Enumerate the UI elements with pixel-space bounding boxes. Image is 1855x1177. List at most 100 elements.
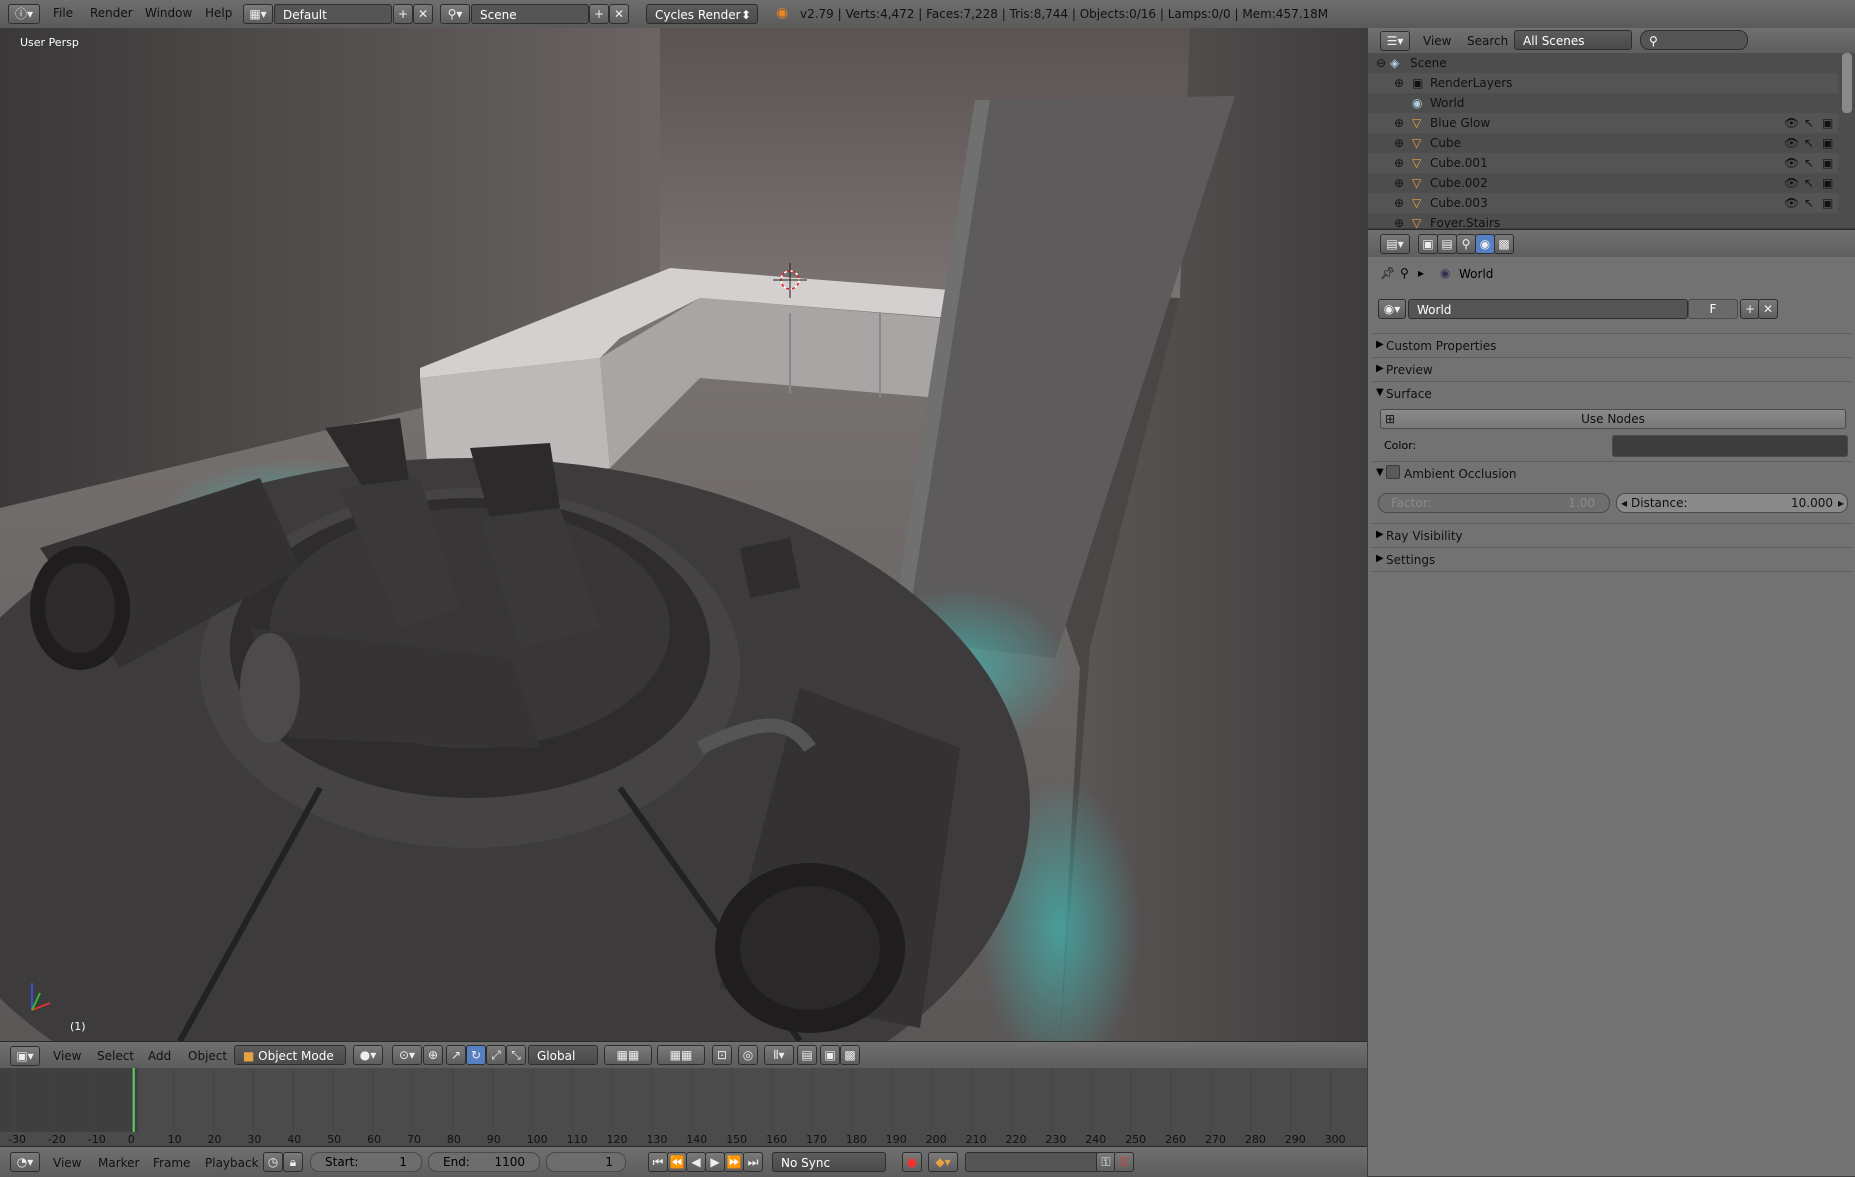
tl-menu-frame[interactable]: Frame — [153, 1156, 190, 1170]
tl-menu-view[interactable]: View — [53, 1156, 81, 1170]
outliner-row-cube[interactable]: ⊕ ▽ Cube 👁︎ ↖ ▣ — [1368, 133, 1838, 153]
screen-layout-icon[interactable]: ▦▾ — [243, 4, 273, 24]
add-scene-icon[interactable]: + — [589, 4, 609, 24]
render-tab-icon[interactable]: ▣ — [1418, 234, 1438, 254]
world-tab-icon[interactable]: ◉ — [1475, 234, 1495, 254]
pin-icon[interactable]: 📌︎ — [1380, 266, 1395, 280]
visibility-eye-icon[interactable]: 👁︎ — [1784, 153, 1799, 173]
next-keyframe-icon[interactable]: ⏩ — [724, 1152, 744, 1172]
translate-manipulator-icon[interactable]: ↗ — [446, 1045, 466, 1065]
panel-ray-visibility[interactable]: Ray Visibility — [1386, 529, 1463, 543]
collapse-icon[interactable]: ⊖ — [1376, 53, 1386, 73]
scene-tab-icon[interactable]: ⚲ — [1456, 234, 1476, 254]
outliner-search-input[interactable]: ⚲ — [1640, 30, 1748, 50]
outliner-row-scene[interactable]: ⊖ ◈ Scene — [1368, 53, 1838, 73]
selectable-cursor-icon[interactable]: ↖ — [1804, 113, 1814, 133]
layers-grid-b-icon[interactable]: ▦▦ — [657, 1045, 705, 1065]
visibility-eye-icon[interactable]: 👁︎ — [1784, 173, 1799, 193]
ao-distance-field[interactable]: ◂ Distance: 10.000 ▸ — [1616, 493, 1848, 513]
menu-help[interactable]: Help — [205, 6, 232, 20]
renderable-camera-icon[interactable]: ▣ — [1822, 133, 1833, 153]
ao-checkbox[interactable] — [1386, 465, 1400, 479]
keying-icon[interactable]: ◆▾ — [928, 1152, 958, 1172]
end-frame-field[interactable]: End: 1100 — [428, 1152, 540, 1172]
menu-select[interactable]: Select — [97, 1049, 134, 1063]
info-editor-type-icon[interactable]: ⓘ▾ — [8, 4, 40, 24]
delete-layout-icon[interactable]: ✕ — [413, 4, 433, 24]
proportional-edit-icon[interactable]: ◎ — [738, 1045, 758, 1065]
play-icon[interactable]: ▶ — [705, 1152, 725, 1172]
decrement-arrow-icon[interactable]: ◂ — [1621, 494, 1627, 512]
panel-preview[interactable]: Preview — [1386, 363, 1433, 377]
current-frame-field[interactable]: 1 — [546, 1152, 626, 1172]
play-reverse-icon[interactable]: ◀ — [686, 1152, 706, 1172]
expand-icon[interactable]: ⊕ — [1394, 173, 1404, 193]
expand-arrow-icon[interactable]: ▶ — [1376, 363, 1384, 374]
visibility-eye-icon[interactable]: 👁︎ — [1784, 193, 1799, 213]
visibility-eye-icon[interactable]: 👁︎ — [1784, 113, 1799, 133]
pivot-point-icon[interactable]: ⊙▾ — [392, 1045, 422, 1065]
render-layers-tab-icon[interactable]: ▤ — [1437, 234, 1457, 254]
expand-arrow-icon[interactable]: ▶ — [1376, 553, 1384, 564]
render-engine-dropdown[interactable]: Cycles Render ⬍ — [646, 4, 758, 24]
menu-file[interactable]: File — [53, 6, 73, 20]
properties-editor-type-icon[interactable]: ▤▾ — [1380, 234, 1410, 254]
manipulator-toggle-icon[interactable]: ⊕ — [423, 1045, 443, 1065]
unlink-world-icon[interactable]: ✕ — [1758, 299, 1778, 319]
texture-tab-icon[interactable]: ▩ — [1494, 234, 1514, 254]
expand-icon[interactable]: ⊕ — [1394, 153, 1404, 173]
lock-camera-icon[interactable]: ⊡ — [712, 1045, 732, 1065]
tl-menu-playback[interactable]: Playback — [205, 1156, 259, 1170]
outliner-row-renderlayers[interactable]: ⊕ ▣ RenderLayers — [1368, 73, 1838, 93]
increment-arrow-icon[interactable]: ▸ — [1838, 494, 1844, 512]
display-mode-dropdown[interactable]: All Scenes — [1514, 30, 1632, 50]
delete-keyframe-icon[interactable]: ⚿ — [1114, 1152, 1134, 1172]
world-name-field[interactable]: World — [1408, 299, 1688, 319]
editor-type-icon[interactable]: ▣▾ — [10, 1046, 40, 1066]
lock-range-icon[interactable]: 🔒︎ — [283, 1152, 303, 1172]
selectable-cursor-icon[interactable]: ↖ — [1804, 153, 1814, 173]
transform-gizmo-icon[interactable]: ⤡ — [506, 1045, 526, 1065]
expand-icon[interactable]: ⊕ — [1394, 193, 1404, 213]
scale-manipulator-icon[interactable]: ⤢ — [486, 1045, 506, 1065]
menu-object[interactable]: Object — [188, 1049, 227, 1063]
new-world-icon[interactable]: + — [1740, 299, 1760, 319]
renderable-camera-icon[interactable]: ▣ — [1822, 153, 1833, 173]
panel-settings[interactable]: Settings — [1386, 553, 1435, 567]
world-color-swatch[interactable] — [1612, 435, 1848, 457]
prev-keyframe-icon[interactable]: ⏪ — [667, 1152, 687, 1172]
snap-element-icon[interactable]: ⫴▾ — [764, 1045, 794, 1065]
menu-add[interactable]: Add — [148, 1049, 171, 1063]
renderable-camera-icon[interactable]: ▣ — [1822, 193, 1833, 213]
outliner-row-foyer-stairs[interactable]: ⊕ ▽ Foyer.Stairs — [1368, 213, 1838, 228]
jump-start-icon[interactable]: ⏮ — [648, 1152, 668, 1172]
collapse-arrow-icon[interactable]: ▼ — [1376, 387, 1384, 398]
expand-arrow-icon[interactable]: ▶ — [1376, 339, 1384, 350]
panel-custom-properties[interactable]: Custom Properties — [1386, 339, 1496, 353]
selectable-cursor-icon[interactable]: ↖ — [1804, 193, 1814, 213]
fake-user-button[interactable]: F — [1688, 299, 1738, 319]
outliner-row-blue-glow[interactable]: ⊕ ▽ Blue Glow 👁︎ ↖ ▣ — [1368, 113, 1838, 133]
renderable-camera-icon[interactable]: ▣ — [1822, 173, 1833, 193]
rotate-manipulator-icon[interactable]: ↻ — [466, 1045, 486, 1065]
expand-icon[interactable]: ⊕ — [1394, 113, 1404, 133]
outliner-row-world[interactable]: ◉ World — [1368, 93, 1838, 113]
menu-render[interactable]: Render — [90, 6, 133, 20]
opengl-render-icon[interactable]: ▩ — [840, 1045, 860, 1065]
selectable-cursor-icon[interactable]: ↖ — [1804, 173, 1814, 193]
delete-scene-icon[interactable]: ✕ — [609, 4, 629, 24]
tl-menu-marker[interactable]: Marker — [98, 1156, 139, 1170]
menu-window[interactable]: Window — [145, 6, 192, 20]
menu-view[interactable]: View — [53, 1049, 81, 1063]
scene-icon[interactable]: ⚲▾ — [440, 4, 470, 24]
outliner-row-cube-001[interactable]: ⊕ ▽ Cube.001 👁︎ ↖ ▣ — [1368, 153, 1838, 173]
scene-field[interactable]: Scene — [471, 4, 589, 24]
insert-keyframe-icon[interactable]: ⚿ — [1096, 1152, 1116, 1172]
outliner-menu-search[interactable]: Search — [1467, 34, 1508, 48]
world-browse-icon[interactable]: ◉▾ — [1378, 299, 1406, 319]
use-nodes-button[interactable]: ⊞ Use Nodes — [1380, 409, 1846, 429]
start-frame-field[interactable]: Start: 1 — [310, 1152, 422, 1172]
selectable-cursor-icon[interactable]: ↖ — [1804, 133, 1814, 153]
renderable-camera-icon[interactable]: ▣ — [1822, 113, 1833, 133]
outliner-row-cube-003[interactable]: ⊕ ▽ Cube.003 👁︎ ↖ ▣ — [1368, 193, 1838, 213]
